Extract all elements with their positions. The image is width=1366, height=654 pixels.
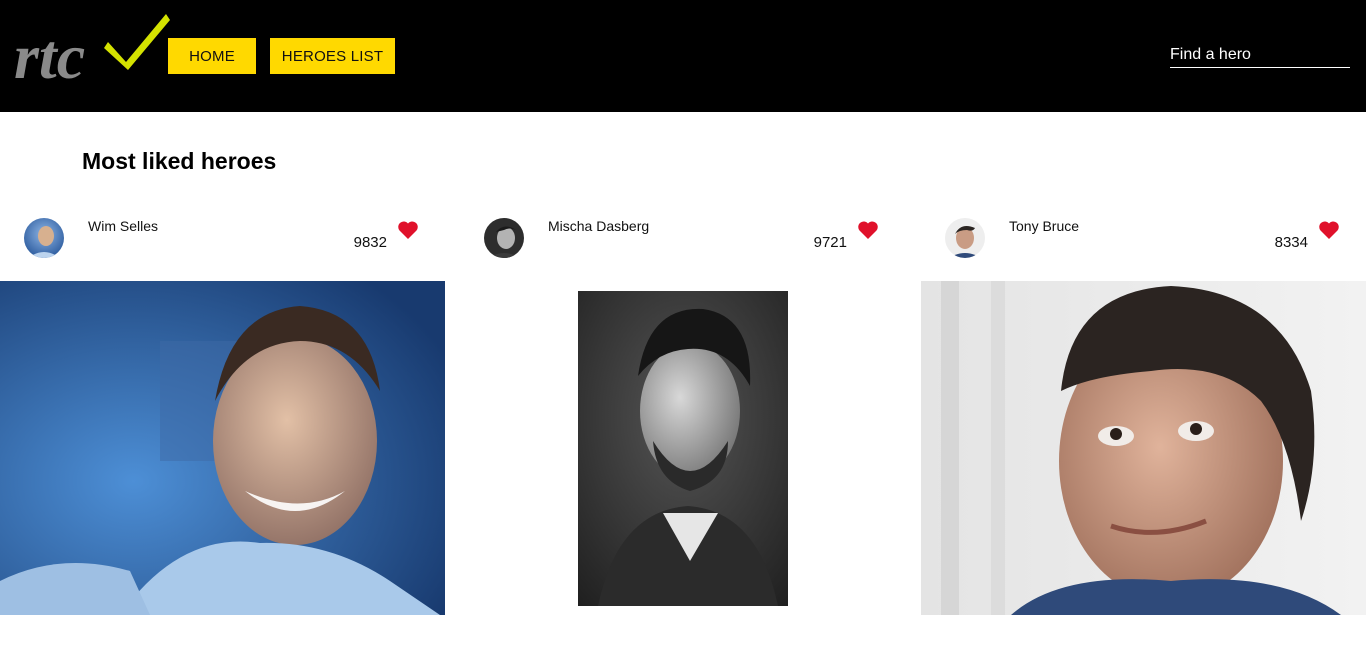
hero-photo[interactable] — [0, 281, 445, 615]
top-navigation-bar: rtc HOME HEROES LIST — [0, 0, 1366, 112]
like-count: 9721 — [813, 234, 847, 251]
page-title: Most liked heroes — [82, 148, 277, 174]
nav-home-button[interactable]: HOME — [168, 38, 256, 74]
avatar — [945, 218, 985, 258]
hero-card[interactable]: Mischa Dasberg 9721 — [460, 210, 905, 615]
logo-checkmark — [104, 14, 170, 70]
rtc-checkmark-logo: rtc — [14, 14, 170, 88]
avatar — [484, 218, 524, 258]
hero-name[interactable]: Tony Bruce — [1009, 218, 1079, 234]
hero-name[interactable]: Wim Selles — [88, 218, 158, 234]
hero-card[interactable]: Wim Selles 9832 — [0, 210, 445, 615]
heart-icon[interactable] — [857, 220, 879, 240]
heart-icon[interactable] — [1318, 220, 1340, 240]
hero-photo[interactable] — [578, 291, 788, 606]
logo-text: rtc — [14, 21, 85, 88]
search-box — [1170, 44, 1350, 68]
like-count: 9832 — [353, 234, 387, 251]
hero-photo[interactable] — [921, 281, 1366, 615]
nav-heroes-list-button[interactable]: HEROES LIST — [270, 38, 395, 74]
heart-icon[interactable] — [397, 220, 419, 240]
rtc-logo[interactable]: rtc — [14, 8, 170, 88]
search-input[interactable] — [1170, 44, 1350, 66]
avatar — [24, 218, 64, 258]
hero-card[interactable]: Tony Bruce 8334 — [921, 210, 1366, 615]
hero-name[interactable]: Mischa Dasberg — [548, 218, 649, 234]
like-count: 8334 — [1274, 234, 1308, 251]
